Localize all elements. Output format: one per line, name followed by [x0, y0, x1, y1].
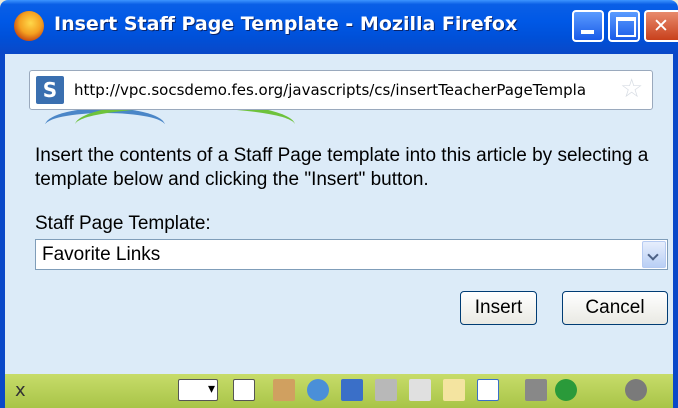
pencil-icon[interactable]	[273, 379, 295, 401]
close-window-button[interactable]	[644, 10, 678, 42]
bottom-toolbar: x	[5, 374, 673, 408]
note-icon[interactable]	[443, 379, 465, 401]
firefox-logo-icon	[14, 11, 44, 41]
site-favicon-icon: S	[36, 76, 64, 104]
save-icon[interactable]	[341, 379, 363, 401]
template-select[interactable]: Favorite Links	[35, 239, 668, 270]
globe-icon[interactable]	[307, 379, 329, 401]
chart-icon[interactable]	[477, 379, 499, 401]
maximize-button[interactable]	[608, 10, 640, 42]
window-title: Insert Staff Page Template - Mozilla Fir…	[54, 13, 518, 35]
title-bar[interactable]: Insert Staff Page Template - Mozilla Fir…	[0, 0, 678, 54]
template-field-label: Staff Page Template:	[35, 213, 211, 234]
url-bar-area: S http://vpc.socsdemo.fes.org/javascript…	[5, 54, 673, 124]
insert-button[interactable]: Insert	[460, 291, 537, 325]
minimize-button[interactable]	[572, 10, 604, 42]
window-frame-right	[673, 54, 678, 408]
close-toolbar-icon[interactable]: x	[15, 380, 26, 401]
url-field[interactable]: S http://vpc.socsdemo.fes.org/javascript…	[29, 70, 653, 110]
template-select-value: Favorite Links	[42, 244, 161, 265]
help-icon[interactable]	[555, 379, 577, 401]
dialog-content: Insert the contents of a Staff Page temp…	[5, 124, 673, 374]
bug-icon[interactable]	[625, 379, 647, 401]
chevron-down-icon[interactable]	[642, 241, 666, 268]
browser-window: Insert Staff Page Template - Mozilla Fir…	[0, 0, 678, 408]
pen-tool-icon[interactable]	[178, 379, 218, 401]
tools-icon[interactable]	[525, 379, 547, 401]
eraser-icon[interactable]	[409, 379, 431, 401]
instructions-text: Insert the contents of a Staff Page temp…	[35, 145, 649, 190]
print-icon[interactable]	[375, 379, 397, 401]
url-text[interactable]: http://vpc.socsdemo.fes.org/javascripts/…	[74, 81, 604, 99]
cancel-button[interactable]: Cancel	[562, 291, 668, 325]
blank-page-icon[interactable]	[233, 379, 255, 401]
bookmark-star-icon[interactable]: ☆	[620, 75, 643, 103]
